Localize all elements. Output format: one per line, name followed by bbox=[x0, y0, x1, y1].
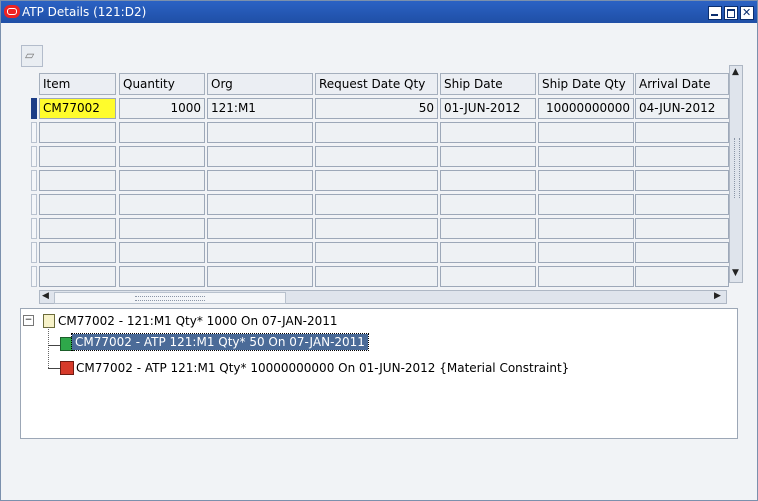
cell-item[interactable]: CM77002 bbox=[39, 98, 116, 119]
column-header-ship-date[interactable]: Ship Date bbox=[440, 73, 536, 95]
empty-cell[interactable] bbox=[538, 146, 634, 167]
empty-cell[interactable] bbox=[119, 122, 205, 143]
empty-cell[interactable] bbox=[315, 266, 438, 287]
row-marker[interactable] bbox=[31, 170, 37, 191]
title-bar: ATP Details (121:D2) ✕ bbox=[1, 1, 757, 23]
cell-arrival-date[interactable]: 04-JUN-2012 bbox=[635, 98, 729, 119]
empty-cell[interactable] bbox=[207, 146, 313, 167]
tree-root-node[interactable]: CM77002 - 121:M1 Qty* 1000 On 07-JAN-201… bbox=[58, 314, 338, 328]
empty-cell[interactable] bbox=[207, 266, 313, 287]
cell-ship-date[interactable]: 01-JUN-2012 bbox=[440, 98, 536, 119]
empty-cell[interactable] bbox=[440, 170, 536, 191]
empty-cell[interactable] bbox=[635, 194, 729, 215]
scroll-thumb[interactable] bbox=[54, 292, 286, 304]
empty-cell[interactable] bbox=[635, 242, 729, 263]
empty-cell[interactable] bbox=[440, 146, 536, 167]
row-marker-current[interactable] bbox=[31, 98, 37, 119]
open-folder-button[interactable]: ▱ bbox=[21, 45, 43, 67]
column-header-item[interactable]: Item bbox=[39, 73, 116, 95]
column-header-arrival-date[interactable]: Arrival Date bbox=[635, 73, 729, 95]
empty-cell[interactable] bbox=[207, 122, 313, 143]
close-button[interactable]: ✕ bbox=[740, 6, 754, 20]
row-marker[interactable] bbox=[31, 146, 37, 167]
empty-cell[interactable] bbox=[207, 170, 313, 191]
row-marker[interactable] bbox=[31, 194, 37, 215]
scroll-down-icon[interactable]: ▼ bbox=[732, 268, 739, 278]
document-icon bbox=[43, 314, 55, 328]
window-title: ATP Details (121:D2) bbox=[22, 5, 147, 19]
empty-cell[interactable] bbox=[440, 242, 536, 263]
empty-cell[interactable] bbox=[119, 242, 205, 263]
collapse-icon[interactable]: − bbox=[23, 315, 34, 326]
empty-cell[interactable] bbox=[315, 194, 438, 215]
column-header-quantity[interactable]: Quantity bbox=[119, 73, 205, 95]
cell-ship-date-qty[interactable]: 10000000000 bbox=[538, 98, 634, 119]
scroll-left-icon[interactable]: ◀ bbox=[42, 291, 49, 301]
empty-cell[interactable] bbox=[119, 218, 205, 239]
tree-child-node[interactable]: CM77002 - ATP 121:M1 Qty* 10000000000 On… bbox=[76, 361, 569, 375]
empty-cell[interactable] bbox=[538, 194, 634, 215]
maximize-button[interactable] bbox=[724, 6, 738, 20]
empty-cell[interactable] bbox=[440, 122, 536, 143]
empty-cell[interactable] bbox=[119, 146, 205, 167]
scroll-up-icon[interactable]: ▲ bbox=[732, 67, 739, 77]
empty-cell[interactable] bbox=[635, 170, 729, 191]
row-marker[interactable] bbox=[31, 242, 37, 263]
empty-cell[interactable] bbox=[39, 170, 116, 191]
column-header-org[interactable]: Org bbox=[207, 73, 313, 95]
empty-cell[interactable] bbox=[39, 146, 116, 167]
minimize-button[interactable] bbox=[708, 6, 722, 20]
empty-cell[interactable] bbox=[315, 218, 438, 239]
empty-cell[interactable] bbox=[119, 170, 205, 191]
empty-cell[interactable] bbox=[207, 194, 313, 215]
empty-cell[interactable] bbox=[119, 194, 205, 215]
empty-cell[interactable] bbox=[440, 194, 536, 215]
empty-cell[interactable] bbox=[315, 170, 438, 191]
scroll-grip bbox=[135, 296, 205, 301]
tree-child-node-selected[interactable]: CM77002 - ATP 121:M1 Qty* 50 On 07-JAN-2… bbox=[71, 333, 369, 351]
empty-cell[interactable] bbox=[207, 218, 313, 239]
empty-cell[interactable] bbox=[635, 218, 729, 239]
empty-cell[interactable] bbox=[635, 122, 729, 143]
empty-cell[interactable] bbox=[207, 242, 313, 263]
empty-cell[interactable] bbox=[538, 218, 634, 239]
empty-cell[interactable] bbox=[538, 170, 634, 191]
empty-cell[interactable] bbox=[39, 242, 116, 263]
horizontal-scrollbar[interactable]: ◀ ▶ bbox=[39, 290, 727, 304]
empty-cell[interactable] bbox=[39, 194, 116, 215]
empty-cell[interactable] bbox=[440, 218, 536, 239]
empty-cell[interactable] bbox=[538, 242, 634, 263]
empty-cell[interactable] bbox=[39, 266, 116, 287]
empty-cell[interactable] bbox=[440, 266, 536, 287]
atp-tree: − CM77002 - 121:M1 Qty* 1000 On 07-JAN-2… bbox=[20, 308, 738, 439]
column-header-request-date-qty[interactable]: Request Date Qty bbox=[315, 73, 438, 95]
empty-cell[interactable] bbox=[39, 122, 116, 143]
row-marker[interactable] bbox=[31, 218, 37, 239]
scroll-thumb-grip[interactable] bbox=[734, 138, 740, 198]
oracle-icon bbox=[4, 5, 20, 18]
empty-cell[interactable] bbox=[635, 146, 729, 167]
cell-request-date-qty[interactable]: 50 bbox=[315, 98, 438, 119]
empty-cell[interactable] bbox=[538, 266, 634, 287]
scroll-right-icon[interactable]: ▶ bbox=[714, 291, 721, 301]
empty-cell[interactable] bbox=[119, 266, 205, 287]
constraint-icon bbox=[60, 361, 74, 375]
row-marker[interactable] bbox=[31, 122, 37, 143]
vertical-scrollbar[interactable]: ▲ ▼ bbox=[729, 65, 743, 283]
empty-cell[interactable] bbox=[315, 242, 438, 263]
empty-cell[interactable] bbox=[315, 122, 438, 143]
empty-cell[interactable] bbox=[39, 218, 116, 239]
atp-details-window: ATP Details (121:D2) ✕ ▱ Item Quantity O… bbox=[0, 0, 758, 501]
column-header-ship-date-qty[interactable]: Ship Date Qty bbox=[538, 73, 634, 95]
row-marker[interactable] bbox=[31, 266, 37, 287]
empty-cell[interactable] bbox=[538, 122, 634, 143]
cell-quantity[interactable]: 1000 bbox=[119, 98, 205, 119]
cell-org[interactable]: 121:M1 bbox=[207, 98, 313, 119]
empty-cell[interactable] bbox=[315, 146, 438, 167]
folder-icon: ▱ bbox=[25, 48, 35, 62]
empty-cell[interactable] bbox=[635, 266, 729, 287]
